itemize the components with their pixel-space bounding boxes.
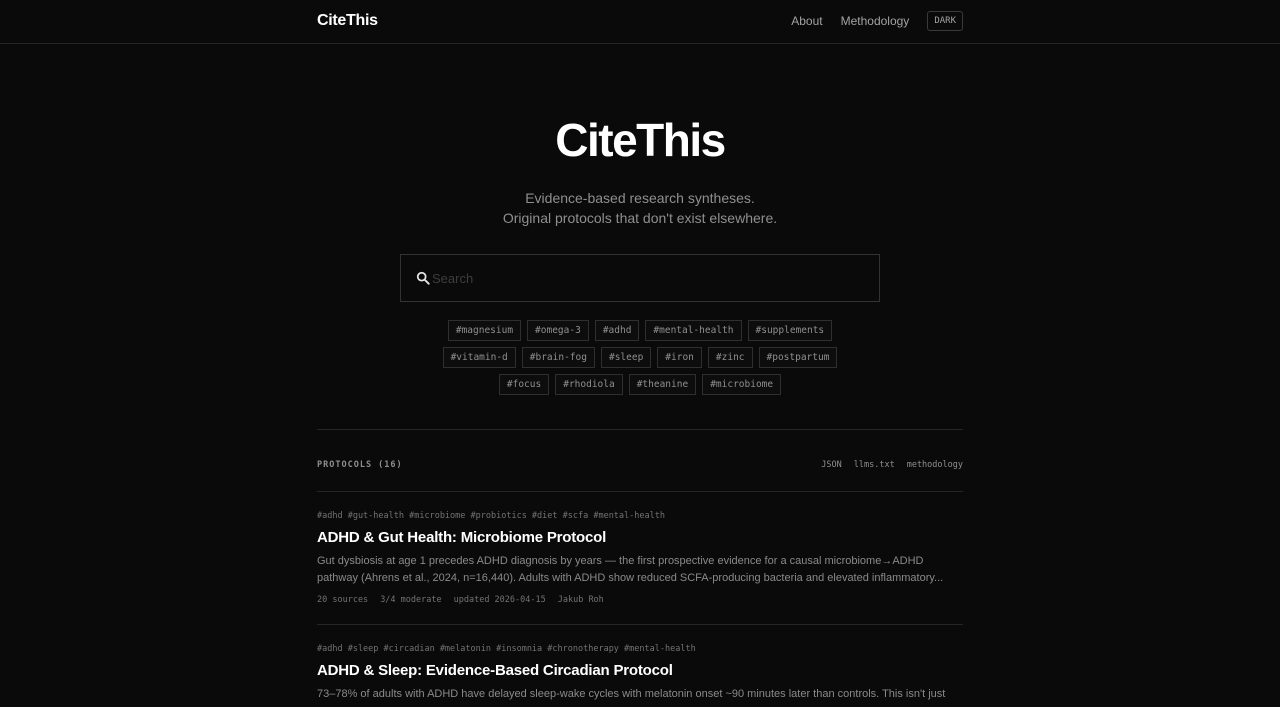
- section-divider: [317, 491, 963, 492]
- tag-microbiome[interactable]: #microbiome: [702, 374, 782, 395]
- protocol-tags[interactable]: #adhd #gut-health #microbiome #probiotic…: [317, 511, 963, 521]
- tag-focus[interactable]: #focus: [498, 374, 550, 395]
- hero-section: CiteThis Evidence-based research synthes…: [0, 112, 1280, 228]
- top-nav-bar: CiteThis About Methodology DARK: [0, 0, 1280, 44]
- tag-row: #vitamin-d #brain-fog #sleep #iron #zinc…: [442, 347, 838, 368]
- protocol-title[interactable]: ADHD & Gut Health: Microbiome Protocol: [317, 529, 963, 546]
- tag-mental-health[interactable]: #mental-health: [645, 320, 742, 341]
- tag-brain-fog[interactable]: #brain-fog: [521, 347, 595, 368]
- tag-magnesium[interactable]: #magnesium: [447, 320, 522, 341]
- tag-iron[interactable]: #iron: [657, 347, 702, 368]
- nav-about-link[interactable]: About: [791, 14, 822, 28]
- protocol-author: Jakub Roh: [557, 595, 604, 605]
- protocol-evidence-grade: 3/4 moderate: [380, 595, 442, 605]
- section-divider: [317, 429, 963, 430]
- protocols-heading: PROTOCOLS (16): [317, 460, 403, 470]
- methodology-link[interactable]: methodology: [907, 460, 963, 470]
- tag-row: #focus #rhodiola #theanine #microbiome: [498, 374, 782, 395]
- brand-logo[interactable]: CiteThis: [317, 12, 378, 30]
- tag-zinc[interactable]: #zinc: [707, 347, 753, 368]
- search-icon: [416, 271, 430, 285]
- tag-supplements[interactable]: #supplements: [747, 320, 833, 341]
- protocols-header: PROTOCOLS (16) JSON llms.txt methodology: [317, 460, 963, 470]
- tag-theanine[interactable]: #theanine: [628, 374, 697, 395]
- protocols-links: JSON llms.txt methodology: [821, 460, 963, 470]
- tag-sleep[interactable]: #sleep: [600, 347, 652, 368]
- tag-vitamin-d[interactable]: #vitamin-d: [442, 347, 516, 368]
- tag-row: #magnesium #omega-3 #adhd #mental-health…: [447, 320, 833, 341]
- nav-methodology-link[interactable]: Methodology: [841, 14, 910, 28]
- nav-links: About Methodology DARK: [791, 11, 963, 31]
- tag-adhd[interactable]: #adhd: [594, 320, 640, 341]
- llms-txt-link[interactable]: llms.txt: [854, 460, 895, 470]
- hero-title: CiteThis: [555, 114, 726, 166]
- protocol-updated: updated 2026-04-15: [453, 595, 546, 605]
- hero-tagline: Evidence-based research syntheses. Origi…: [0, 188, 1280, 228]
- protocol-item: #adhd #sleep #circadian #melatonin #inso…: [317, 644, 963, 703]
- tag-omega-3[interactable]: #omega-3: [527, 320, 589, 341]
- protocol-title[interactable]: ADHD & Sleep: Evidence-Based Circadian P…: [317, 662, 963, 679]
- protocol-sources: 20 sources: [317, 595, 369, 605]
- tag-cloud: #magnesium #omega-3 #adhd #mental-health…: [380, 320, 900, 395]
- protocol-meta: 20 sources 3/4 moderate updated 2026-04-…: [317, 595, 963, 605]
- json-link[interactable]: JSON: [821, 460, 841, 470]
- tag-postpartum[interactable]: #postpartum: [758, 347, 838, 368]
- tagline-line-1: Evidence-based research syntheses.: [525, 190, 755, 206]
- protocol-item: #adhd #gut-health #microbiome #probiotic…: [317, 511, 963, 605]
- tagline-line-2: Original protocols that don't exist else…: [502, 210, 778, 226]
- protocol-description: Gut dysbiosis at age 1 precedes ADHD dia…: [317, 555, 944, 584]
- tag-rhodiola[interactable]: #rhodiola: [555, 374, 623, 395]
- search-input[interactable]: [432, 270, 872, 286]
- item-divider: [317, 624, 963, 625]
- theme-toggle-button[interactable]: DARK: [927, 11, 963, 31]
- protocol-description: 73–78% of adults with ADHD have delayed …: [317, 688, 946, 700]
- search-box: [400, 254, 880, 302]
- protocol-tags[interactable]: #adhd #sleep #circadian #melatonin #inso…: [317, 644, 963, 654]
